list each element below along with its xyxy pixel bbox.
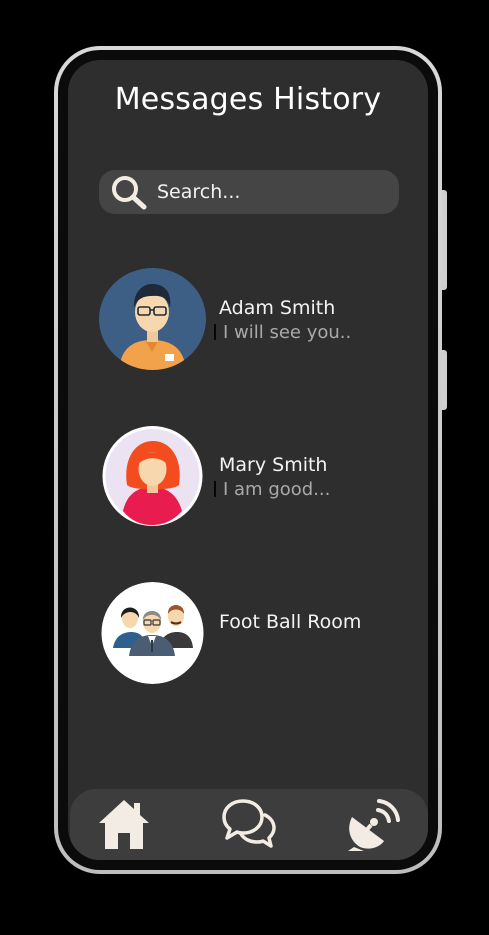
group-avatar [99, 582, 206, 684]
chat-preview-text: I will see you.. [223, 322, 352, 343]
chat-bubbles-icon [222, 799, 276, 848]
bottom-nav [70, 789, 428, 860]
chat-preview: I am good... [214, 479, 330, 500]
male-user-avatar [99, 268, 206, 370]
chat-preview-text: I am good... [223, 479, 331, 500]
chat-item-foot-ball-room[interactable]: Foot Ball Room [99, 582, 399, 684]
chat-item-mary-smith[interactable]: Mary Smith I am good... [99, 425, 399, 527]
side-button-upper [442, 190, 447, 290]
female-user-avatar [99, 425, 206, 527]
text-cursor [214, 481, 216, 497]
text-cursor [214, 324, 216, 340]
chat-preview: I will see you.. [214, 322, 351, 343]
nav-broadcast-button[interactable] [344, 797, 400, 851]
side-button-lower [442, 350, 447, 410]
chat-name: Adam Smith [219, 297, 336, 319]
page-title: Messages History [114, 82, 382, 117]
chat-item-adam-smith[interactable]: Adam Smith I will see you.. [99, 268, 399, 370]
chat-name: Mary Smith [219, 454, 328, 476]
search-input[interactable] [157, 170, 387, 214]
home-icon [99, 800, 149, 849]
satellite-dish-icon [348, 799, 400, 851]
nav-chats-button[interactable] [221, 797, 277, 851]
app-screen: Messages History Adam Smith I will [68, 60, 428, 860]
chat-name: Foot Ball Room [219, 611, 362, 633]
search-bar[interactable] [99, 170, 399, 214]
search-icon[interactable] [107, 174, 151, 210]
nav-home-button[interactable] [96, 797, 152, 851]
